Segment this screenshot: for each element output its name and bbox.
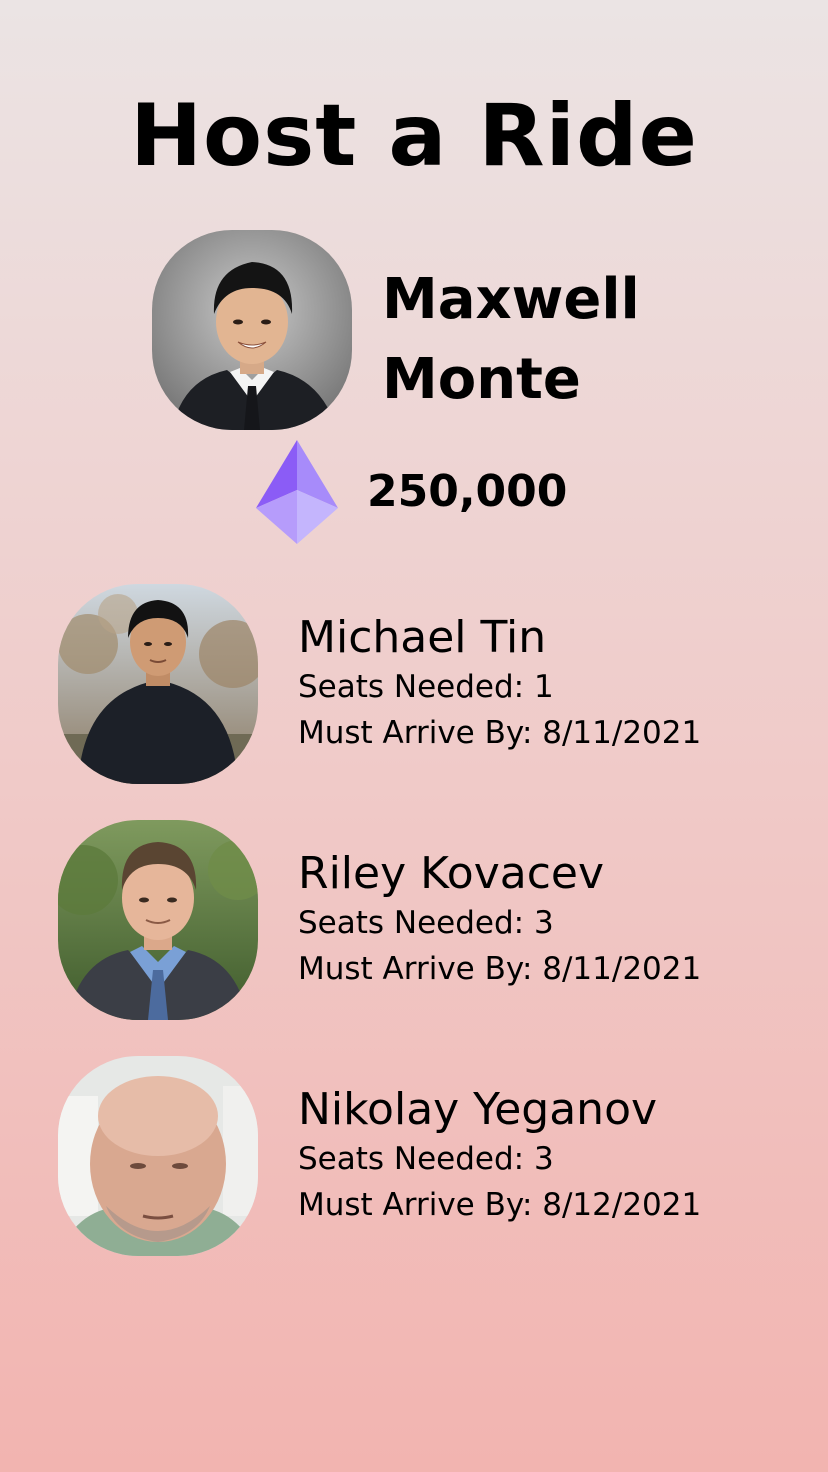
arrive-label: Must Arrive By: [298, 715, 533, 751]
rider-card[interactable]: Nikolay Yeganov Seats Needed: 3 Must Arr… [0, 1056, 828, 1256]
seats-label: Seats Needed: [298, 1141, 525, 1177]
arrive-by: Must Arrive By: 8/11/2021 [298, 946, 818, 992]
seats-needed: Seats Needed: 1 [298, 664, 818, 710]
host-ride-screen: Host a Ride Maxwell Monte 250,000 Michae… [0, 0, 828, 1472]
host-avatar[interactable] [152, 230, 352, 430]
rider-avatar [58, 584, 258, 784]
host-first-name: Maxwell [382, 267, 640, 332]
seats-value: 3 [533, 1141, 554, 1177]
rider-card[interactable]: Riley Kovacev Seats Needed: 3 Must Arriv… [0, 820, 828, 1020]
ethereum-diamond-icon [256, 440, 338, 544]
arrive-label: Must Arrive By: [298, 1187, 533, 1223]
arrive-by: Must Arrive By: 8/11/2021 [298, 710, 818, 756]
host-name: Maxwell Monte [382, 260, 802, 420]
arrive-value: 8/12/2021 [542, 1187, 702, 1223]
page-title: Host a Ride [130, 86, 698, 186]
rider-avatar [58, 1056, 258, 1256]
seats-label: Seats Needed: [298, 905, 525, 941]
rider-name: Riley Kovacev [298, 848, 605, 899]
token-balance: 250,000 [367, 466, 568, 517]
seats-label: Seats Needed: [298, 669, 525, 705]
rider-name: Michael Tin [298, 612, 547, 663]
rider-info: Michael Tin Seats Needed: 1 Must Arrive … [298, 612, 818, 756]
seats-value: 3 [533, 905, 554, 941]
arrive-label: Must Arrive By: [298, 951, 533, 987]
seats-needed: Seats Needed: 3 [298, 1136, 818, 1182]
arrive-by: Must Arrive By: 8/12/2021 [298, 1182, 818, 1228]
rider-info: Nikolay Yeganov Seats Needed: 3 Must Arr… [298, 1084, 818, 1228]
seats-value: 1 [533, 669, 554, 705]
rider-info: Riley Kovacev Seats Needed: 3 Must Arriv… [298, 848, 818, 992]
rider-card[interactable]: Michael Tin Seats Needed: 1 Must Arrive … [0, 584, 828, 784]
rider-name: Nikolay Yeganov [298, 1084, 658, 1135]
arrive-value: 8/11/2021 [542, 715, 702, 751]
host-last-name: Monte [382, 347, 581, 412]
rider-avatar [58, 820, 258, 1020]
arrive-value: 8/11/2021 [542, 951, 702, 987]
seats-needed: Seats Needed: 3 [298, 900, 818, 946]
